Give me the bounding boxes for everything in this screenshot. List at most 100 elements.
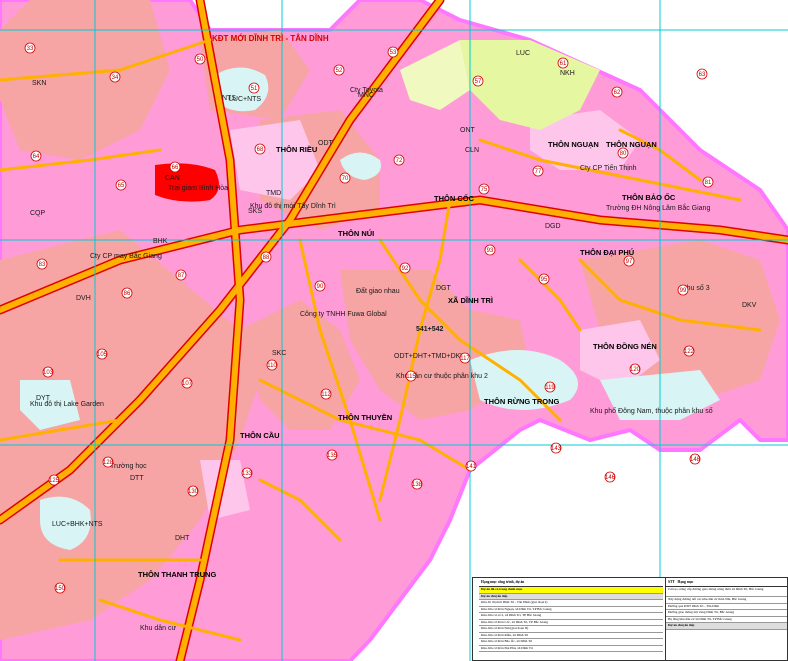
plot-number: 150 — [55, 586, 66, 592]
plot-number: 105 — [97, 352, 108, 358]
plot-number: 66 — [172, 165, 179, 171]
plot-number: 53 — [390, 50, 397, 56]
land-use-map[interactable]: KĐT MỚI DĨNH TRÌ - TÂN DĨNH 541+542 THÔN… — [0, 0, 788, 661]
zone-code: ODT — [318, 140, 334, 147]
map-annotation: Cty CP may Bắc Giang — [90, 251, 162, 260]
plot-number: 65 — [118, 183, 125, 189]
legend-right-row: Dự án chuyển tiếp — [666, 623, 787, 630]
plot-number: 80 — [620, 151, 627, 157]
legend-left-title: Hạng mục công trình, dự án — [479, 578, 663, 587]
place-name: THÔN RIỀU — [276, 144, 317, 154]
plot-number: 63 — [699, 72, 706, 78]
plot-number: 120 — [630, 367, 641, 373]
place-name: THÔN NGUẠN — [606, 140, 657, 149]
legend-right-col-item: Hạng mục — [677, 580, 694, 584]
plot-number: 72 — [396, 158, 403, 164]
place-name: THÔN THANH TRUNG — [138, 570, 216, 579]
zone-code: CQP — [30, 210, 46, 217]
plot-number: 107 — [182, 381, 193, 387]
legend-left-row: Khu dân cư thôn Đại Phú, xã Dĩnh Trì — [479, 646, 663, 652]
plot-number: 64 — [33, 154, 40, 160]
map-annotation: Trường học — [110, 463, 147, 470]
plot-number: 50 — [197, 57, 204, 63]
place-name: XÃ DĨNH TRÌ — [448, 296, 493, 305]
place-name: THÔN RỪNG TRONG — [484, 397, 560, 406]
plot-number: 34 — [112, 75, 119, 81]
prison-zone — [155, 163, 219, 202]
plot-number: 115 — [406, 374, 416, 380]
zone-code: LUC+NTS — [229, 96, 261, 103]
plot-number: 110 — [267, 363, 277, 369]
place-name: THÔN BẢO ỐC — [622, 192, 676, 202]
zone-code: DTT — [130, 475, 144, 482]
plot-number: 68 — [257, 147, 264, 153]
plot-number: 87 — [178, 273, 185, 279]
plot-number: 81 — [705, 180, 712, 186]
zone-code: CAN — [165, 175, 180, 182]
map-annotation: Cty CP Tiến Thịnh — [580, 163, 637, 172]
plot-number: 138 — [412, 482, 423, 488]
plot-number: 122 — [684, 349, 695, 355]
zone-code: DHT — [175, 535, 190, 542]
zone-code: ODT+DHT+TMD+DKV — [394, 353, 465, 360]
plot-number: 97 — [626, 259, 633, 265]
plot-number: 133 — [242, 471, 253, 477]
map-annotation: Khu đô thị mới Tây Dĩnh Trì — [250, 203, 336, 210]
plot-number: 93 — [487, 248, 494, 254]
zone-code: DKV — [742, 302, 757, 309]
plot-number: 88 — [263, 255, 270, 261]
plot-number: 57 — [475, 79, 482, 85]
map-annotation: Khu phố Đông Nam, thuộc phân khu số — [590, 406, 713, 415]
plot-number: 77 — [535, 169, 542, 175]
zone-code: TMD — [266, 190, 281, 197]
legend-table: Hạng mục công trình, dự án Dự án đã có t… — [472, 577, 788, 661]
map-annotation: Khu dân cư — [140, 625, 177, 632]
zone-code: LUC+BHK+NTS — [52, 521, 103, 528]
plot-number: 135 — [327, 453, 338, 459]
plot-number: 95 — [541, 277, 548, 283]
route-label: KĐT MỚI DĨNH TRÌ - TÂN DĨNH — [212, 34, 329, 43]
plot-number: 119 — [545, 385, 555, 391]
place-name: THÔN CỐC — [434, 193, 475, 203]
map-annotation: Khu đô thị Lake Garden — [30, 401, 104, 408]
plot-number: 130 — [188, 489, 199, 495]
plot-number: 117 — [460, 356, 470, 362]
legend-right-col-stt: STT — [668, 580, 675, 584]
plot-number: 99 — [680, 288, 687, 294]
plot-number: 128 — [103, 460, 114, 466]
map-annotation: Đất giao nhau — [356, 286, 400, 295]
plot-number: 112 — [321, 392, 331, 398]
map-annotation: Trường ĐH Nông Lâm Bắc Giang — [606, 203, 710, 212]
plot-number: 52 — [336, 68, 343, 74]
place-name: THÔN THUYỀN — [338, 412, 392, 422]
plot-number: 61 — [560, 61, 567, 67]
zone-code: DGD — [545, 223, 561, 230]
road-label: 541+542 — [416, 326, 444, 333]
plot-number: 92 — [402, 266, 409, 272]
plot-number: 83 — [39, 262, 46, 268]
zone-code: SKN — [32, 80, 46, 87]
place-name: THÔN ĐẠI PHÚ — [580, 248, 634, 257]
plot-number: 143 — [551, 446, 562, 452]
map-annotation: Cty Toyota — [350, 87, 383, 94]
zone-code: ONT — [460, 127, 476, 134]
legend-right-column: STT Hạng mục Cải tạo, nâng cấp đường gia… — [665, 578, 787, 660]
plot-number: 146 — [605, 475, 616, 481]
plot-number: 70 — [342, 176, 349, 182]
zone-code: BHK — [153, 238, 168, 245]
place-name: THÔN NGUẠN — [548, 140, 599, 149]
plot-number: 148 — [690, 457, 701, 463]
zone-code: LUC — [516, 50, 530, 57]
zone-code: SKC — [272, 350, 286, 357]
map-annotation: Trại giam Bình Hòa — [168, 185, 228, 192]
plot-number: 141 — [466, 464, 477, 470]
plot-number: 51 — [251, 86, 258, 92]
plot-number: 75 — [481, 187, 488, 193]
place-name: THÔN CẦU — [240, 430, 280, 440]
zone-code: DGT — [436, 285, 452, 292]
plot-number: 125 — [49, 478, 60, 484]
map-annotation: Công ty TNHH Fuwa Global — [300, 311, 387, 318]
zone-code: NKH — [560, 70, 575, 77]
plot-number: 90 — [317, 284, 324, 290]
plot-number: 103 — [43, 370, 54, 376]
